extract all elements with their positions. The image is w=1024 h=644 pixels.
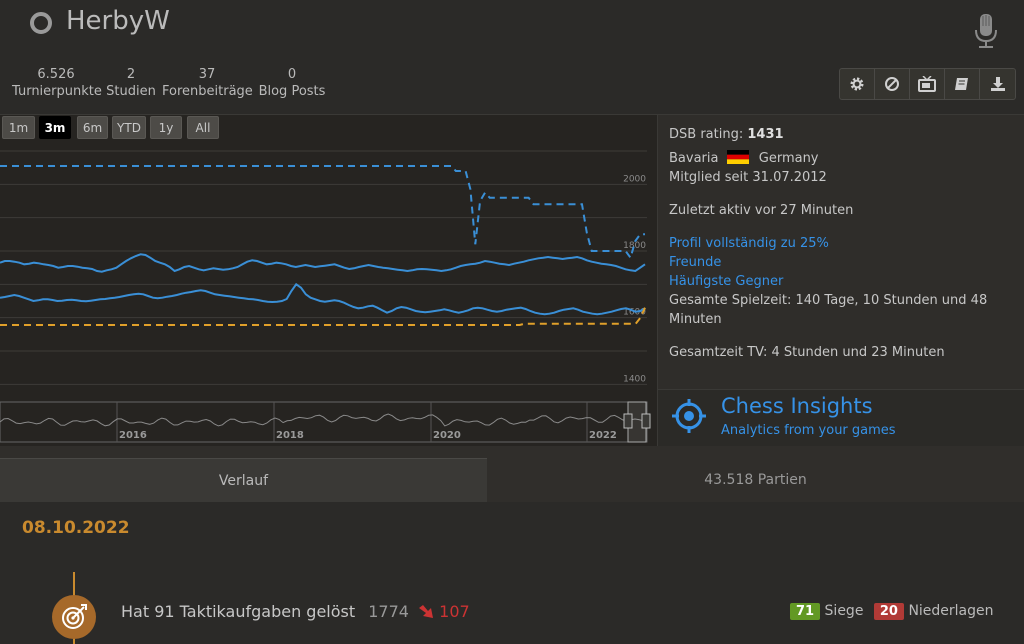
- tab-activity[interactable]: Verlauf: [0, 458, 487, 502]
- online-status-icon: [30, 12, 52, 34]
- tv-time: Gesamtzeit TV: 4 Stunden und 23 Minuten: [669, 345, 945, 360]
- rating-history-chart[interactable]: 2000180016001400 2016 2018 2020 2022: [0, 140, 657, 446]
- stat-value: 2: [126, 67, 136, 82]
- dsb-rating-label: DSB rating:: [669, 127, 744, 142]
- navigator-year-label: 2018: [276, 430, 304, 441]
- navigator-year-label: 2016: [119, 430, 147, 441]
- tab-games[interactable]: 43.518 Partien: [487, 458, 1024, 502]
- rating-down-arrow-icon: [419, 605, 434, 618]
- puzzle-activity: Hat 91 Taktikaufgaben gelöst 1774 107: [121, 602, 470, 621]
- activity-date: 08.10.2022: [22, 518, 130, 538]
- rating-series-line: [0, 282, 646, 316]
- watch-tv-button[interactable]: [910, 69, 945, 99]
- notes-button[interactable]: [945, 69, 980, 99]
- frequent-opponents-link[interactable]: Häufigste Gegner: [669, 272, 783, 291]
- range-1m-button[interactable]: 1m: [2, 116, 35, 139]
- puzzle-results: 71 Siege 20 Niederlagen: [790, 603, 994, 620]
- target-arrow-icon: [62, 604, 87, 629]
- member-since: Mitglied seit 31.07.2012: [669, 170, 827, 185]
- rating-series-line: [0, 253, 646, 273]
- range-ytd-button[interactable]: YTD: [112, 116, 146, 139]
- last-active: Zuletzt aktiv vor 27 Minuten: [669, 203, 854, 218]
- puzzle-rating: 1774: [368, 602, 409, 621]
- settings-button[interactable]: [840, 69, 875, 99]
- book-icon: [955, 78, 968, 90]
- region: Bavaria: [669, 151, 719, 166]
- y-tick-label: 1400: [623, 374, 646, 384]
- navigator-handle-left[interactable]: [623, 413, 633, 429]
- stat-value: 0: [287, 67, 297, 82]
- stat-blog-posts[interactable]: 0 Blog Posts: [257, 66, 327, 100]
- navigator-series: [0, 413, 648, 427]
- insights-title[interactable]: Chess Insights: [721, 394, 873, 418]
- gear-icon: [850, 77, 864, 91]
- range-6m-button[interactable]: 6m: [77, 116, 108, 139]
- username: HerbyW: [66, 6, 170, 36]
- dsb-rating-value: 1431: [747, 127, 784, 142]
- navigator-handle-right[interactable]: [641, 413, 651, 429]
- germany-flag-icon: [726, 150, 749, 164]
- tv-icon: [918, 76, 936, 92]
- profile-actions: [839, 68, 1016, 100]
- navigator-frame: [0, 401, 648, 443]
- stat-value: 37: [198, 67, 216, 82]
- stat-label: Turnierpunkte: [12, 84, 102, 99]
- stat-label: Blog Posts: [258, 84, 326, 99]
- stat-forum-posts[interactable]: 37 Forenbeiträge: [162, 66, 253, 100]
- stat-tournament-points[interactable]: 6.526 Turnierpunkte: [12, 66, 102, 100]
- stat-studies[interactable]: 2 Studien: [105, 66, 157, 100]
- country: Germany: [758, 151, 819, 166]
- friends-link[interactable]: Freunde: [669, 253, 721, 272]
- range-1y-button[interactable]: 1y: [150, 116, 182, 139]
- chart-navigator[interactable]: 2016 2018 2020 2022: [0, 401, 651, 443]
- y-tick-label: 2000: [623, 174, 646, 184]
- dsb-rating: DSB rating: 1431: [669, 125, 784, 144]
- insights-target-icon: [672, 399, 706, 433]
- block-button[interactable]: [875, 69, 910, 99]
- losses-count: 20: [873, 603, 904, 620]
- stat-label: Forenbeiträge: [162, 84, 253, 99]
- location: Bavaria Germany: [669, 149, 819, 168]
- wins-label: Siege: [824, 603, 864, 619]
- stat-label: Studien: [106, 84, 156, 99]
- download-icon: [990, 77, 1005, 91]
- total-playtime: Gesamte Spielzeit: 140 Tage, 10 Stunden …: [669, 293, 988, 327]
- puzzle-activity-text: Hat 91 Taktikaufgaben gelöst: [121, 602, 356, 621]
- puzzle-rating-diff: 107: [439, 602, 470, 621]
- losses-label: Niederlagen: [908, 603, 994, 619]
- y-tick-label: 1800: [623, 241, 646, 251]
- stat-value: 6.526: [37, 67, 75, 82]
- navigator-year-label: 2020: [433, 430, 461, 441]
- puzzle-icon: [52, 595, 96, 639]
- navigator-year-label: 2022: [589, 430, 617, 441]
- range-3m-button[interactable]: 3m: [39, 116, 71, 139]
- rating-series-line: [0, 165, 645, 260]
- microphone-icon[interactable]: [973, 12, 999, 50]
- block-icon: [885, 77, 899, 91]
- range-all-button[interactable]: All: [187, 116, 219, 139]
- insights-subtitle: Analytics from your games: [721, 423, 896, 438]
- export-games-button[interactable]: [980, 69, 1015, 99]
- wins-count: 71: [790, 603, 821, 620]
- profile-completion-link[interactable]: Profil vollständig zu 25%: [669, 234, 829, 253]
- rating-series-line: [0, 307, 646, 326]
